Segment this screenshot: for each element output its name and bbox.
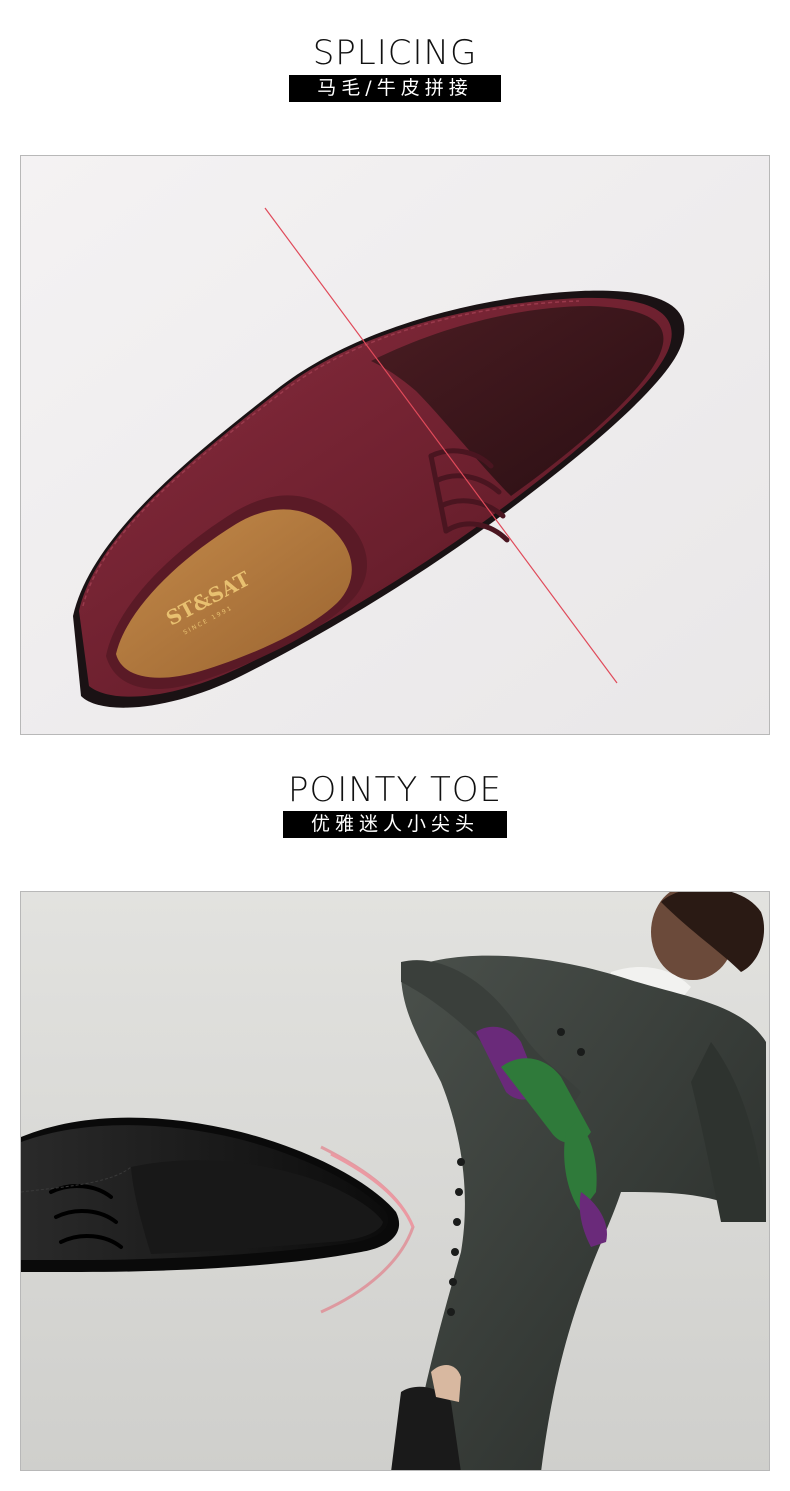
pointy-toe-scene-illustration bbox=[21, 892, 769, 1470]
pointy-toe-lifestyle-photo bbox=[20, 891, 770, 1471]
burgundy-shoe-illustration: ST&SAT SINCE 1991 bbox=[21, 156, 769, 734]
section-title-splicing: SPLICING bbox=[312, 33, 478, 73]
section-title-pointy-toe: POINTY TOE bbox=[287, 770, 503, 810]
splicing-product-photo: ST&SAT SINCE 1991 bbox=[20, 155, 770, 735]
section-subtitle-pointy-toe: 优雅迷人小尖头 bbox=[283, 811, 507, 838]
section-subtitle-splicing: 马毛/牛皮拼接 bbox=[289, 75, 501, 102]
